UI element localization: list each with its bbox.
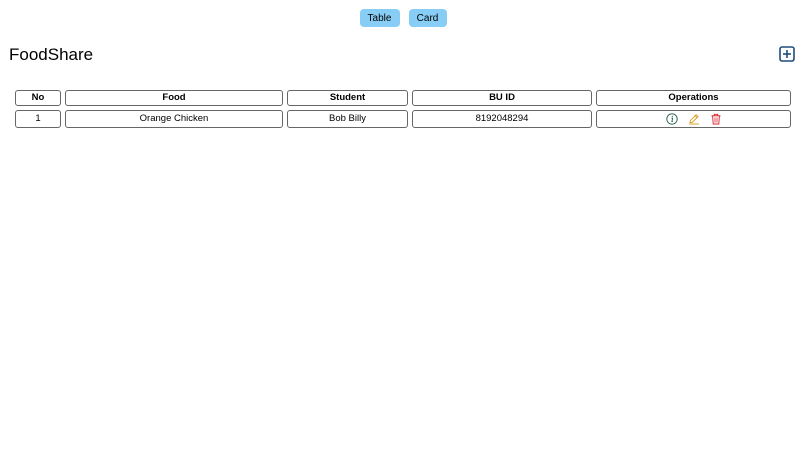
column-header-food: Food (65, 90, 283, 106)
table-header-row: No Food Student BU ID Operations (15, 90, 791, 106)
page-title: FoodShare (9, 45, 94, 64)
edit-icon (688, 114, 699, 125)
plus-square-icon (779, 46, 795, 62)
table-view-button[interactable]: Table (359, 9, 400, 27)
card-view-button[interactable]: Card (408, 9, 447, 27)
delete-icon (711, 113, 720, 125)
food-table-wrapper: No Food Student BU ID Operations 1 Orang… (11, 86, 795, 132)
table-row: 1 Orange Chicken Bob Billy 8192048294 (15, 110, 791, 128)
column-header-operations: Operations (596, 90, 791, 106)
page: Table Card FoodShare No Food Student BU … (0, 0, 806, 472)
delete-button[interactable] (710, 113, 722, 125)
column-header-student: Student (287, 90, 408, 106)
operations-group (597, 111, 790, 127)
cell-bu-id: 8192048294 (412, 110, 592, 128)
cell-no: 1 (15, 110, 61, 128)
info-button[interactable] (665, 113, 678, 125)
add-button[interactable] (779, 46, 795, 62)
cell-food: Orange Chicken (65, 110, 283, 128)
header: FoodShare (9, 44, 795, 66)
cell-student: Bob Billy (287, 110, 408, 128)
cell-operations (596, 110, 791, 128)
info-icon (665, 113, 678, 125)
view-toggle: Table Card (0, 9, 806, 27)
column-header-bu-id: BU ID (412, 90, 592, 106)
edit-button[interactable] (688, 113, 700, 125)
column-header-no: No (15, 90, 61, 106)
food-table: No Food Student BU ID Operations 1 Orang… (11, 86, 795, 132)
